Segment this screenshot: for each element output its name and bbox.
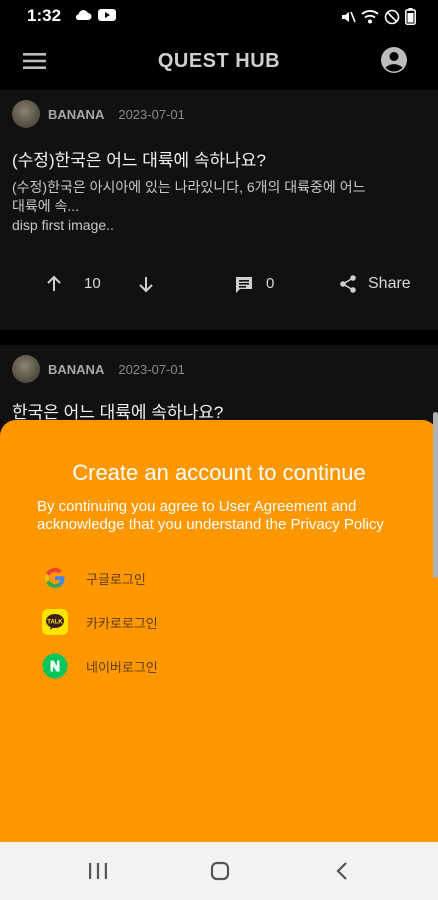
post-header: BANANA 2023-07-01 [12, 100, 185, 128]
youtube-icon [98, 9, 116, 21]
comment-icon[interactable] [234, 275, 254, 295]
app-bar: QUEST HUB [0, 32, 438, 90]
mute-icon [342, 11, 356, 22]
wifi-icon [361, 9, 379, 23]
kakao-login-button[interactable]: TALK 카카로로그인 [42, 609, 158, 635]
sheet-title: Create an account to continue [72, 460, 366, 485]
post-body-line: disp first image.. [12, 217, 114, 233]
naver-login-button[interactable]: 네이버로그인 [42, 653, 158, 679]
post-card[interactable]: BANANA 2023-07-01 (수정)한국은 어느 대륙에 속하나요? (… [0, 90, 438, 330]
post-body-line: 대륙에 속... [12, 198, 80, 214]
google-login-button[interactable]: 구글로그인 [42, 565, 146, 591]
share-icon [340, 275, 356, 293]
google-login-label: 구글로그인 [86, 571, 146, 587]
vote-count: 10 [84, 275, 101, 292]
post-body: (수정)한국은 아시아에 있는 나라있니다, 6개의 대륙중에 어느 대륙에 속… [12, 178, 432, 235]
cloud-icon [75, 10, 92, 20]
post-date: 2023-07-01 [118, 106, 185, 122]
naver-login-label: 네이버로그인 [86, 659, 158, 675]
sheet-description: By continuing you agree to User Agreemen… [37, 498, 384, 533]
account-icon [381, 47, 407, 73]
app-title: QUEST HUB [157, 50, 281, 72]
post-title: (수정)한국은 어느 대륙에 속하나요? [12, 151, 266, 170]
svg-text:TALK: TALK [47, 620, 63, 626]
post-author: BANANA [48, 361, 105, 377]
avatar [12, 100, 40, 128]
account-button[interactable] [380, 46, 408, 74]
arrow-down-icon[interactable] [136, 274, 156, 294]
system-nav-bar [0, 842, 438, 900]
google-icon [42, 565, 68, 591]
naver-icon [42, 653, 68, 679]
home-icon[interactable] [210, 861, 230, 881]
post-header: BANANA 2023-07-01 [12, 355, 185, 383]
comment-count: 0 [266, 275, 275, 292]
scrollbar[interactable] [433, 412, 438, 578]
post-date: 2023-07-01 [118, 361, 185, 377]
share-button[interactable]: Share [338, 274, 411, 294]
login-bottom-sheet: Create an account to continue By continu… [0, 420, 438, 842]
post-actions: 10 0 Share [0, 272, 438, 300]
dnd-icon [384, 9, 400, 24]
status-bar: 1:32 [0, 0, 438, 32]
kakao-icon: TALK [42, 609, 68, 635]
back-icon[interactable] [335, 861, 349, 881]
share-label: Share [368, 275, 411, 292]
post-author: BANANA [48, 106, 105, 122]
avatar [12, 355, 40, 383]
arrow-up-icon[interactable] [44, 274, 64, 294]
battery-icon [405, 8, 416, 25]
post-body-line: (수정)한국은 아시아에 있는 나라있니다, 6개의 대륙중에 어느 [12, 179, 366, 195]
kakao-login-label: 카카로로그인 [86, 615, 158, 631]
recents-icon[interactable] [88, 862, 108, 880]
status-time: 1:32 [27, 6, 62, 25]
